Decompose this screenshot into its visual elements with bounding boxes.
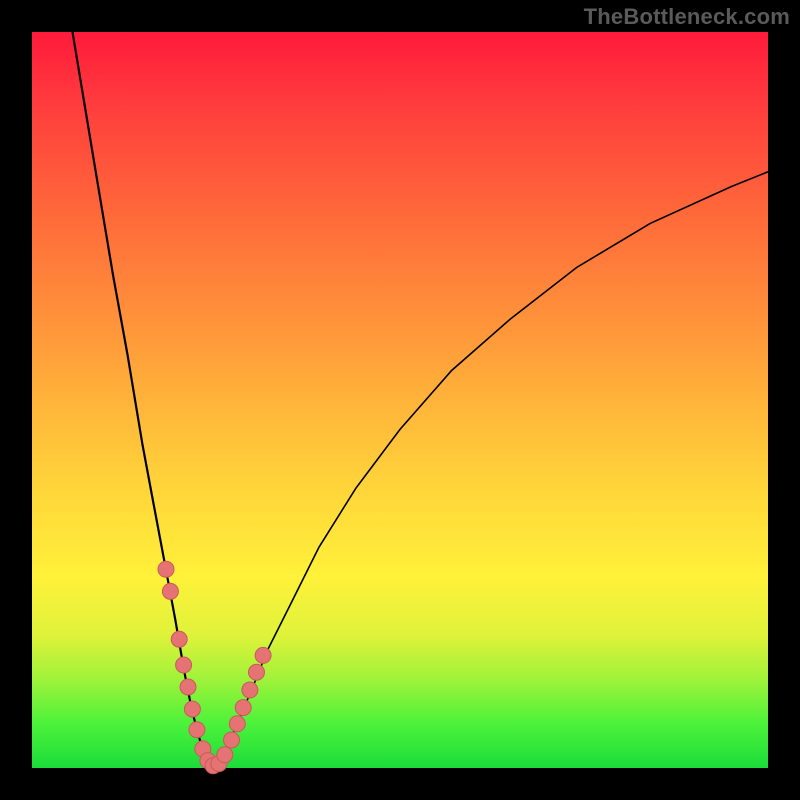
highlight-dot (176, 657, 192, 673)
curve-left-branch (73, 32, 214, 767)
plot-area (32, 32, 768, 768)
highlight-dot (189, 722, 205, 738)
outer-frame: TheBottleneck.com (0, 0, 800, 800)
highlight-dot (171, 631, 187, 647)
highlight-dot (217, 747, 233, 763)
curve-right-branch (213, 172, 768, 767)
highlight-dot (235, 700, 251, 716)
highlight-dot (229, 716, 245, 732)
highlight-dots-group (158, 561, 271, 774)
watermark-text: TheBottleneck.com (584, 4, 790, 30)
highlight-dot (242, 682, 258, 698)
highlight-dot (162, 583, 178, 599)
chart-svg (32, 32, 768, 768)
highlight-dot (255, 647, 271, 663)
highlight-dot (180, 679, 196, 695)
highlight-dot (249, 664, 265, 680)
highlight-dot (158, 561, 174, 577)
highlight-dot (184, 701, 200, 717)
highlight-dot (224, 732, 240, 748)
